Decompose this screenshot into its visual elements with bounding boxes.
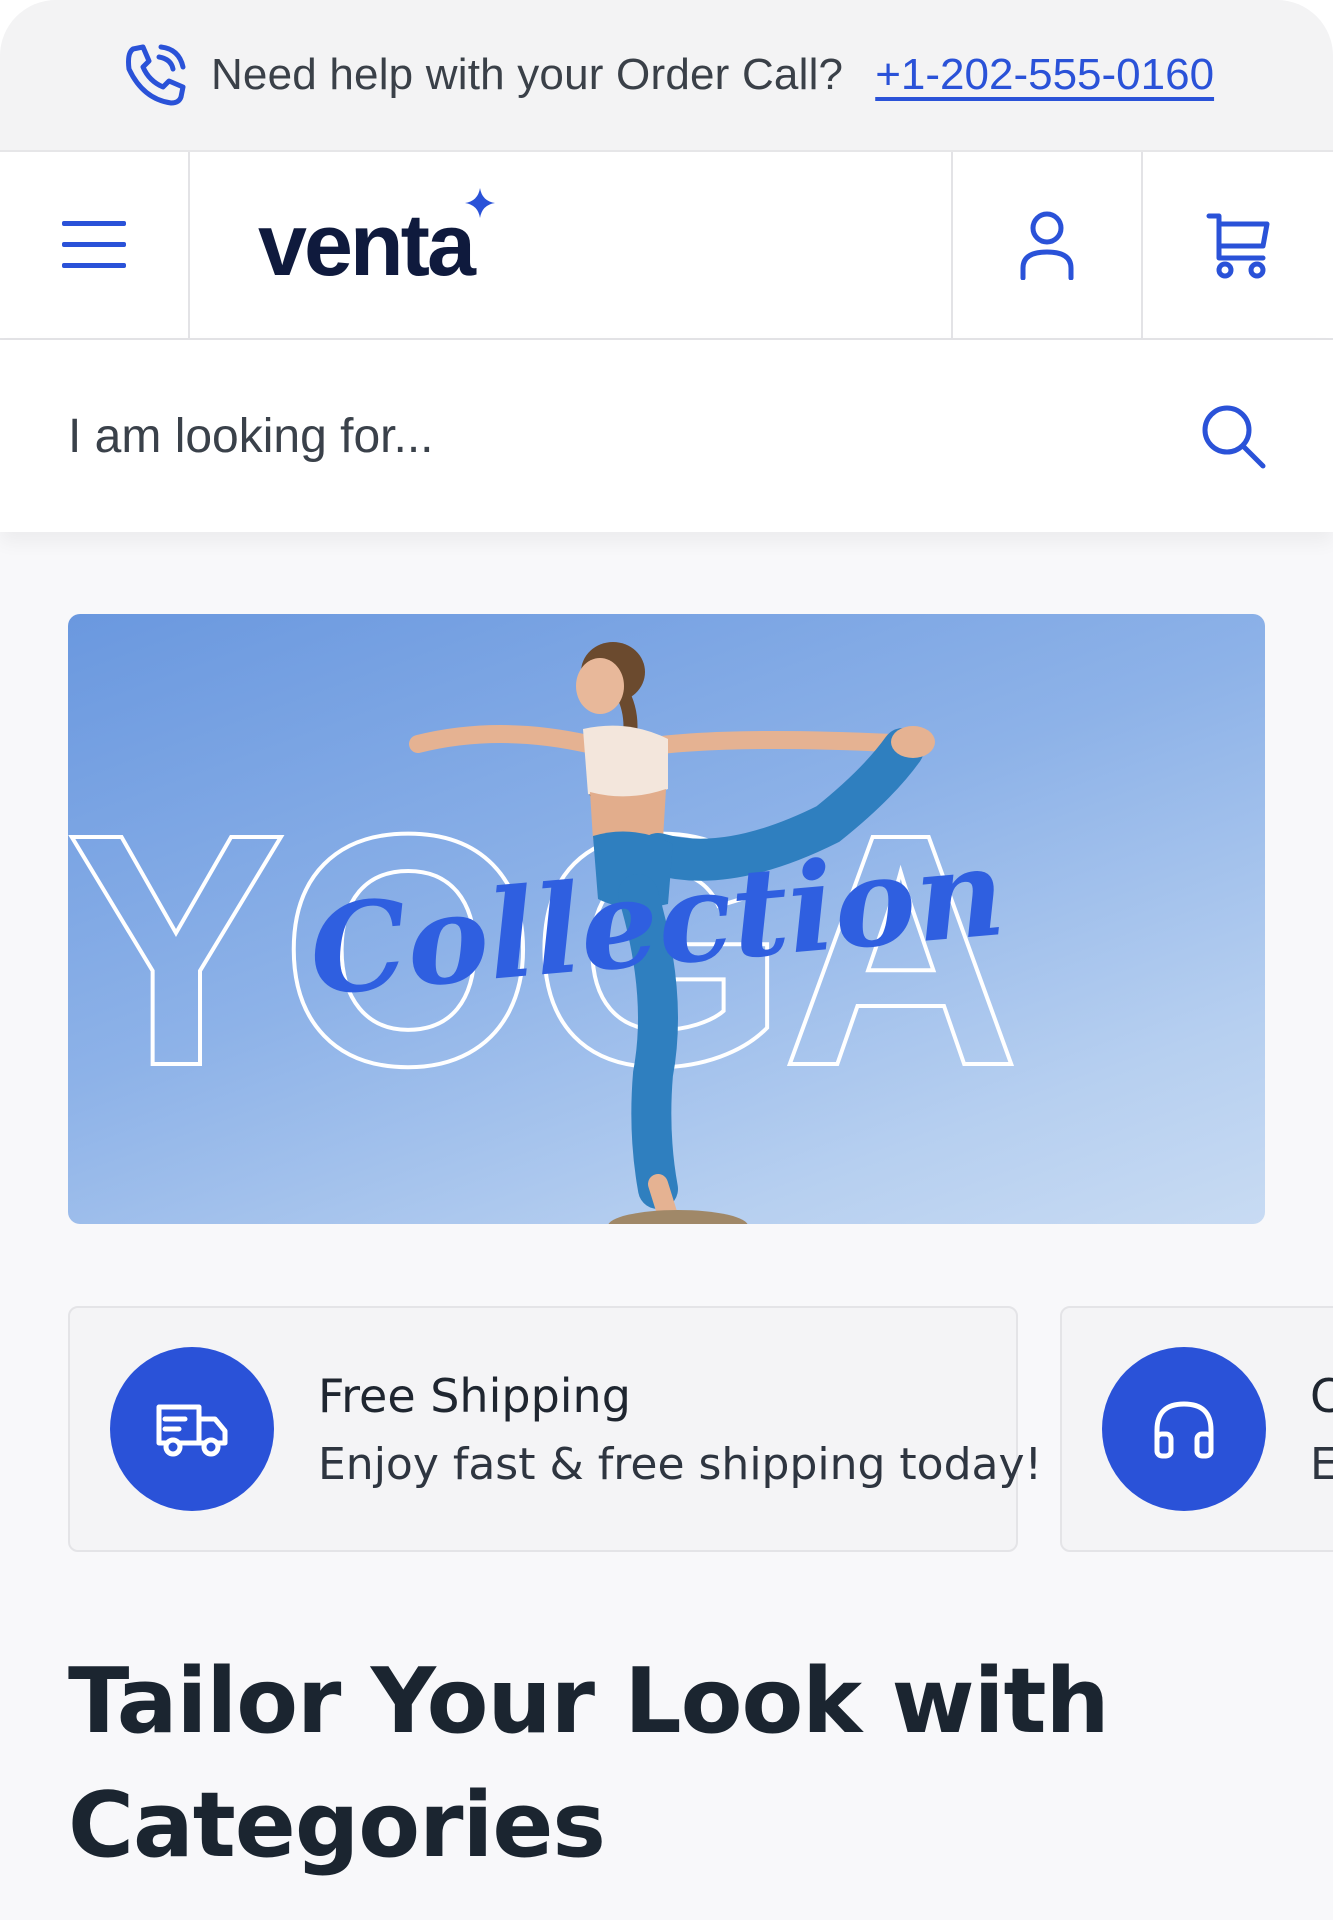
feature-card-support: C E (1060, 1306, 1333, 1552)
phone-call-icon (119, 39, 191, 111)
menu-button[interactable] (0, 152, 190, 338)
help-bar: Need help with your Order Call? +1-202-5… (0, 0, 1333, 150)
search-icon (1202, 405, 1266, 469)
search-button[interactable] (1193, 396, 1273, 476)
hero-illustration: YOGA Collection (68, 642, 1022, 1224)
feature-title: C (1310, 1368, 1333, 1423)
venta-logo: venta (258, 188, 495, 296)
user-icon (1020, 211, 1074, 280)
account-button[interactable] (953, 152, 1143, 338)
site-header: venta (0, 150, 1333, 340)
logo-link[interactable]: venta (190, 152, 953, 338)
truck-icon (156, 1404, 228, 1457)
shipping-badge (110, 1347, 274, 1511)
sparkle-icon (464, 188, 495, 218)
feature-description: E (1310, 1438, 1333, 1490)
search-input[interactable] (68, 408, 1193, 464)
hamburger-menu-icon (62, 221, 126, 268)
cart-icon (1206, 213, 1270, 279)
section-heading: Tailor Your Look with Categories (68, 1649, 1110, 1878)
search-bar (0, 340, 1333, 532)
app-screen: Need help with your Order Call? +1-202-5… (0, 0, 1333, 1920)
headphones-icon (1154, 1401, 1214, 1459)
help-phone-link[interactable]: +1-202-555-0160 (875, 50, 1214, 100)
support-badge (1102, 1347, 1266, 1511)
feature-card-shipping: Free Shipping Enjoy fast & free shipping… (68, 1306, 1042, 1552)
help-text: Need help with your Order Call? (210, 50, 844, 99)
feature-description: Enjoy fast & free shipping today! (318, 1438, 1043, 1490)
hero-banner[interactable]: YOGA Collection (68, 614, 1265, 1224)
feature-title: Free Shipping (318, 1368, 631, 1423)
cart-button[interactable] (1143, 152, 1333, 338)
